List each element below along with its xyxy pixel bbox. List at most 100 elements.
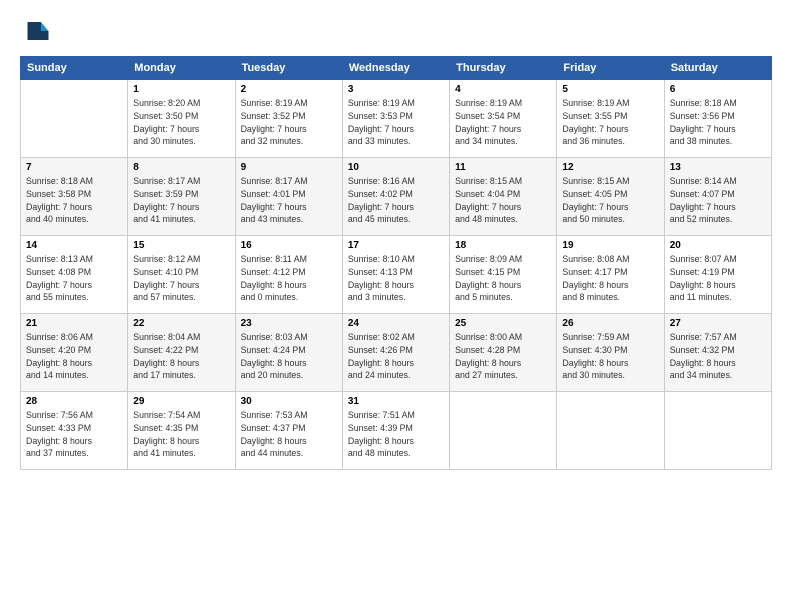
logo-icon <box>20 16 50 46</box>
day-number: 17 <box>348 240 444 251</box>
weekday-header: Wednesday <box>342 57 449 80</box>
weekday-header: Monday <box>128 57 235 80</box>
calendar-week-row: 21 Sunrise: 8:06 AMSunset: 4:20 PMDayligh… <box>21 314 772 392</box>
day-number: 9 <box>241 162 337 173</box>
weekday-header: Friday <box>557 57 664 80</box>
day-info: Sunrise: 8:19 AMSunset: 3:54 PMDaylight:… <box>455 97 551 148</box>
day-number: 16 <box>241 240 337 251</box>
calendar-cell: 4 Sunrise: 8:19 AMSunset: 3:54 PMDaylight… <box>450 80 557 158</box>
calendar-week-row: 7 Sunrise: 8:18 AMSunset: 3:58 PMDaylight… <box>21 158 772 236</box>
day-number: 21 <box>26 318 122 329</box>
day-number: 15 <box>133 240 229 251</box>
day-number: 14 <box>26 240 122 251</box>
day-info: Sunrise: 8:17 AMSunset: 3:59 PMDaylight:… <box>133 175 229 226</box>
day-number: 24 <box>348 318 444 329</box>
day-number: 25 <box>455 318 551 329</box>
calendar-cell <box>664 392 771 470</box>
day-number: 2 <box>241 84 337 95</box>
calendar-cell: 11 Sunrise: 8:15 AMSunset: 4:04 PMDayligh… <box>450 158 557 236</box>
day-info: Sunrise: 7:59 AMSunset: 4:30 PMDaylight:… <box>562 331 658 382</box>
calendar-table: SundayMondayTuesdayWednesdayThursdayFrid… <box>20 56 772 470</box>
calendar-cell: 16 Sunrise: 8:11 AMSunset: 4:12 PMDayligh… <box>235 236 342 314</box>
calendar-cell: 5 Sunrise: 8:19 AMSunset: 3:55 PMDaylight… <box>557 80 664 158</box>
calendar-week-row: 1 Sunrise: 8:20 AMSunset: 3:50 PMDaylight… <box>21 80 772 158</box>
day-info: Sunrise: 8:10 AMSunset: 4:13 PMDaylight:… <box>348 253 444 304</box>
day-number: 27 <box>670 318 766 329</box>
day-info: Sunrise: 8:18 AMSunset: 3:56 PMDaylight:… <box>670 97 766 148</box>
day-number: 10 <box>348 162 444 173</box>
calendar-cell: 28Sunrise: 7:56 AMSunset: 4:33 PMDayligh… <box>21 392 128 470</box>
day-info: Sunrise: 7:54 AMSunset: 4:35 PMDaylight:… <box>133 409 229 460</box>
calendar-cell: 9 Sunrise: 8:17 AMSunset: 4:01 PMDaylight… <box>235 158 342 236</box>
calendar-cell: 26Sunrise: 7:59 AMSunset: 4:30 PMDayligh… <box>557 314 664 392</box>
calendar-cell: 13 Sunrise: 8:14 AMSunset: 4:07 PMDayligh… <box>664 158 771 236</box>
day-number: 22 <box>133 318 229 329</box>
day-number: 13 <box>670 162 766 173</box>
day-number: 20 <box>670 240 766 251</box>
day-info: Sunrise: 8:12 AMSunset: 4:10 PMDaylight:… <box>133 253 229 304</box>
calendar-cell: 6 Sunrise: 8:18 AMSunset: 3:56 PMDaylight… <box>664 80 771 158</box>
day-number: 28 <box>26 396 122 407</box>
day-info: Sunrise: 8:15 AMSunset: 4:05 PMDaylight:… <box>562 175 658 226</box>
page: SundayMondayTuesdayWednesdayThursdayFrid… <box>0 0 792 612</box>
calendar-cell: 29 Sunrise: 7:54 AMSunset: 4:35 PMDayligh… <box>128 392 235 470</box>
day-number: 5 <box>562 84 658 95</box>
day-info: Sunrise: 8:17 AMSunset: 4:01 PMDaylight:… <box>241 175 337 226</box>
calendar-cell <box>450 392 557 470</box>
calendar-cell: 23 Sunrise: 8:03 AMSunset: 4:24 PMDayligh… <box>235 314 342 392</box>
day-number: 4 <box>455 84 551 95</box>
day-info: Sunrise: 8:19 AMSunset: 3:53 PMDaylight:… <box>348 97 444 148</box>
day-number: 6 <box>670 84 766 95</box>
logo <box>20 16 54 46</box>
day-number: 23 <box>241 318 337 329</box>
calendar-cell <box>21 80 128 158</box>
day-number: 7 <box>26 162 122 173</box>
calendar-header-row: SundayMondayTuesdayWednesdayThursdayFrid… <box>21 57 772 80</box>
day-number: 11 <box>455 162 551 173</box>
day-info: Sunrise: 7:53 AMSunset: 4:37 PMDaylight:… <box>241 409 337 460</box>
day-info: Sunrise: 8:15 AMSunset: 4:04 PMDaylight:… <box>455 175 551 226</box>
day-number: 12 <box>562 162 658 173</box>
calendar-week-row: 14 Sunrise: 8:13 AMSunset: 4:08 PMDayligh… <box>21 236 772 314</box>
day-info: Sunrise: 8:18 AMSunset: 3:58 PMDaylight:… <box>26 175 122 226</box>
calendar-cell: 2Sunrise: 8:19 AMSunset: 3:52 PMDaylight… <box>235 80 342 158</box>
header <box>20 16 772 46</box>
day-info: Sunrise: 8:19 AMSunset: 3:55 PMDaylight:… <box>562 97 658 148</box>
calendar-week-row: 28Sunrise: 7:56 AMSunset: 4:33 PMDayligh… <box>21 392 772 470</box>
day-info: Sunrise: 8:06 AMSunset: 4:20 PMDaylight:… <box>26 331 122 382</box>
day-number: 1 <box>133 84 229 95</box>
day-info: Sunrise: 8:13 AMSunset: 4:08 PMDaylight:… <box>26 253 122 304</box>
day-number: 31 <box>348 396 444 407</box>
day-info: Sunrise: 8:16 AMSunset: 4:02 PMDaylight:… <box>348 175 444 226</box>
day-info: Sunrise: 8:07 AMSunset: 4:19 PMDaylight:… <box>670 253 766 304</box>
day-info: Sunrise: 8:08 AMSunset: 4:17 PMDaylight:… <box>562 253 658 304</box>
day-number: 8 <box>133 162 229 173</box>
calendar-cell: 15 Sunrise: 8:12 AMSunset: 4:10 PMDayligh… <box>128 236 235 314</box>
calendar-cell: 17 Sunrise: 8:10 AMSunset: 4:13 PMDayligh… <box>342 236 449 314</box>
day-number: 29 <box>133 396 229 407</box>
day-info: Sunrise: 8:20 AMSunset: 3:50 PMDaylight:… <box>133 97 229 148</box>
day-number: 18 <box>455 240 551 251</box>
calendar-cell: 10 Sunrise: 8:16 AMSunset: 4:02 PMDayligh… <box>342 158 449 236</box>
day-info: Sunrise: 8:03 AMSunset: 4:24 PMDaylight:… <box>241 331 337 382</box>
day-number: 30 <box>241 396 337 407</box>
weekday-header: Thursday <box>450 57 557 80</box>
weekday-header: Tuesday <box>235 57 342 80</box>
day-info: Sunrise: 7:57 AMSunset: 4:32 PMDaylight:… <box>670 331 766 382</box>
day-info: Sunrise: 8:09 AMSunset: 4:15 PMDaylight:… <box>455 253 551 304</box>
calendar-cell: 21 Sunrise: 8:06 AMSunset: 4:20 PMDayligh… <box>21 314 128 392</box>
day-info: Sunrise: 7:51 AMSunset: 4:39 PMDaylight:… <box>348 409 444 460</box>
day-info: Sunrise: 8:14 AMSunset: 4:07 PMDaylight:… <box>670 175 766 226</box>
weekday-header: Saturday <box>664 57 771 80</box>
calendar-cell: 24Sunrise: 8:02 AMSunset: 4:26 PMDayligh… <box>342 314 449 392</box>
calendar-cell: 7 Sunrise: 8:18 AMSunset: 3:58 PMDaylight… <box>21 158 128 236</box>
calendar-cell: 20 Sunrise: 8:07 AMSunset: 4:19 PMDayligh… <box>664 236 771 314</box>
calendar-cell: 12 Sunrise: 8:15 AMSunset: 4:05 PMDayligh… <box>557 158 664 236</box>
calendar-cell: 31 Sunrise: 7:51 AMSunset: 4:39 PMDayligh… <box>342 392 449 470</box>
day-info: Sunrise: 8:04 AMSunset: 4:22 PMDaylight:… <box>133 331 229 382</box>
calendar-cell: 18 Sunrise: 8:09 AMSunset: 4:15 PMDayligh… <box>450 236 557 314</box>
calendar-cell: 22 Sunrise: 8:04 AMSunset: 4:22 PMDayligh… <box>128 314 235 392</box>
calendar-cell: 25Sunrise: 8:00 AMSunset: 4:28 PMDayligh… <box>450 314 557 392</box>
day-info: Sunrise: 8:11 AMSunset: 4:12 PMDaylight:… <box>241 253 337 304</box>
day-number: 3 <box>348 84 444 95</box>
